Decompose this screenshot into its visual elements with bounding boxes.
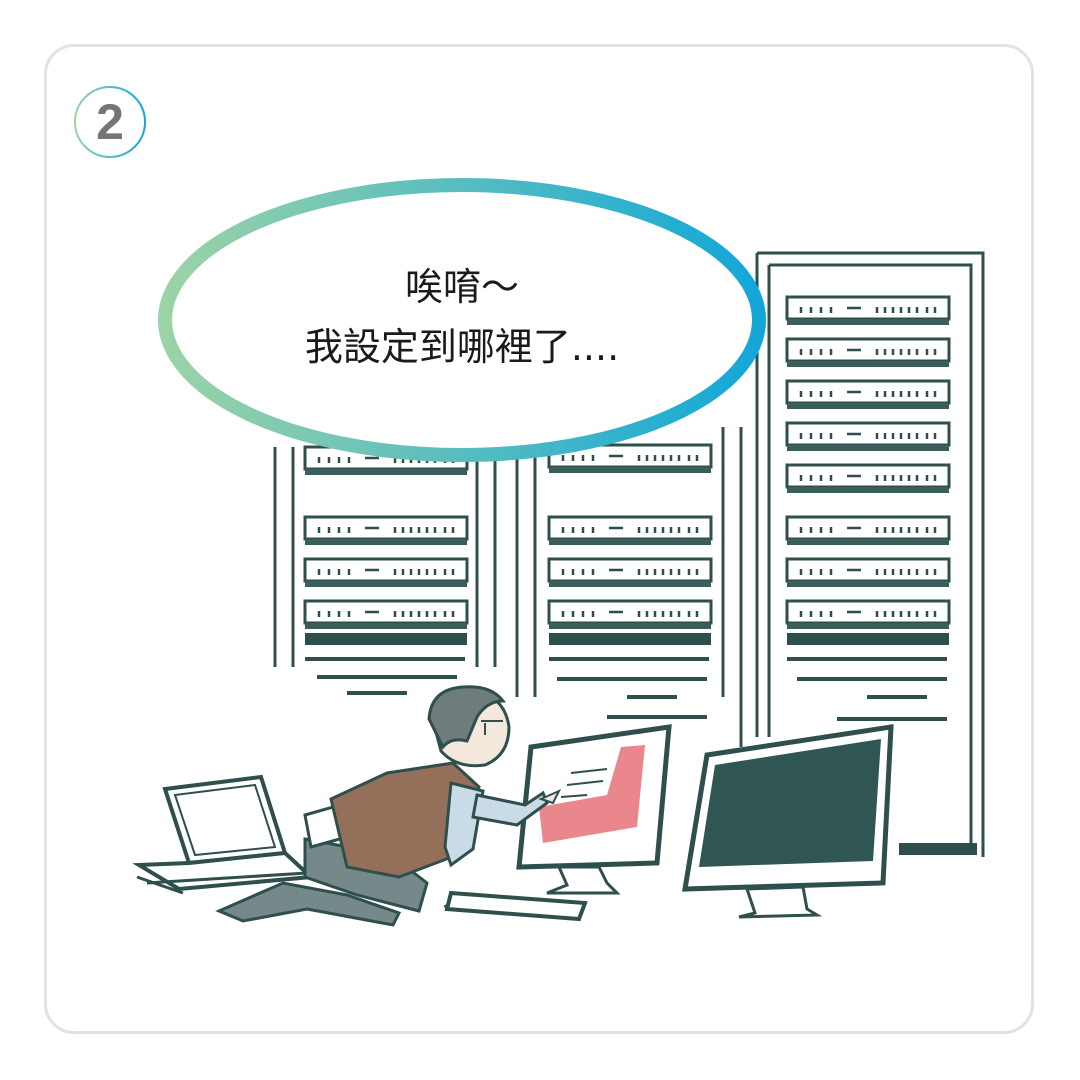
speech-line-2: 我設定到哪裡了....	[304, 325, 620, 369]
monitor-with-dark-screen	[682, 724, 894, 919]
speech-line-1: 唉唷～	[404, 265, 519, 309]
comic-panel: 2 唉唷～ 我設定到哪裡了....	[44, 44, 1034, 1034]
speech-bubble: 唉唷～ 我設定到哪裡了....	[155, 175, 769, 465]
server-rack-middle	[515, 427, 743, 747]
laptop-illustration	[132, 774, 316, 895]
server-rack-left	[273, 445, 497, 695]
